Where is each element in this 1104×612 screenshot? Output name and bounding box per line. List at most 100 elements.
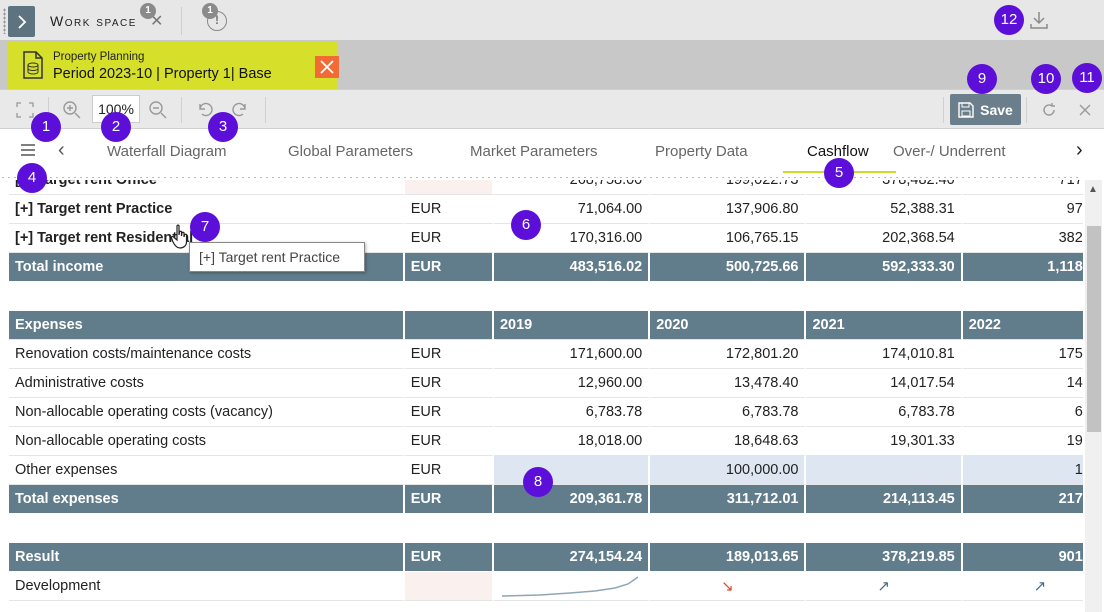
- menu-icon[interactable]: [20, 143, 36, 157]
- tab-waterfall-diagram[interactable]: Waterfall Diagram: [107, 143, 226, 160]
- fullscreen-icon[interactable]: [16, 102, 34, 118]
- callout-marker: 9: [967, 64, 997, 94]
- editable-cell[interactable]: [806, 456, 963, 485]
- unit-cell: EUR: [404, 427, 494, 456]
- row-label: Development: [9, 572, 405, 601]
- expand-sidebar-button[interactable]: [8, 6, 35, 37]
- value-cell[interactable]: 172,801.20: [650, 340, 807, 369]
- scrollbar-thumb[interactable]: [1087, 226, 1101, 432]
- value-cell[interactable]: 202,368.54: [806, 224, 963, 253]
- value-cell[interactable]: 13,478.40: [650, 369, 807, 398]
- tooltip: [+] Target rent Practice: [189, 242, 365, 272]
- value-cell[interactable]: 6,783.78: [493, 398, 651, 427]
- divider: [265, 97, 266, 123]
- table-row[interactable]: Non-allocable operating costs EUR 18,018…: [9, 427, 1083, 456]
- document-tab[interactable]: Property Planning Period 2023-10 | Prope…: [8, 41, 339, 89]
- value-cell: 1,118,886: [962, 253, 1083, 282]
- toolbar: 100% Save: [0, 89, 1104, 129]
- callout-marker: 4: [17, 163, 47, 193]
- workspace-label[interactable]: Work space: [50, 13, 137, 29]
- table-row[interactable]: Renovation costs/maintenance costs EUR 1…: [9, 340, 1083, 369]
- save-label: Save: [980, 101, 1013, 118]
- chevron-right-icon[interactable]: ›: [1076, 139, 1083, 162]
- value-cell[interactable]: 6,783: [962, 398, 1083, 427]
- drag-grip[interactable]: [3, 8, 6, 34]
- value-cell[interactable]: 175,228: [962, 340, 1083, 369]
- zoom-out-icon[interactable]: [148, 100, 168, 120]
- redo-icon[interactable]: [231, 100, 249, 118]
- editable-cell[interactable]: [493, 456, 651, 485]
- table-row[interactable]: [+] Target rent Practice EUR 71,064.00 1…: [9, 195, 1083, 224]
- table-row[interactable]: Administrative costs EUR 12,960.00 13,47…: [9, 369, 1083, 398]
- spacer-row: [9, 514, 1083, 543]
- unit-cell: [404, 180, 494, 195]
- year-header: 2022: [962, 311, 1083, 340]
- workspace-bar: Work space ✕ 1 ! 1: [0, 0, 1104, 41]
- value-cell[interactable]: 171,600.00: [493, 340, 651, 369]
- value-cell[interactable]: 19,301.33: [806, 427, 963, 456]
- close-icon: [320, 60, 334, 74]
- callout-marker: 5: [824, 158, 854, 188]
- tab-market-parameters[interactable]: Market Parameters: [470, 143, 598, 160]
- chevron-left-icon[interactable]: ‹: [58, 139, 65, 162]
- tab-over-underrent[interactable]: Over-/ Underrent: [893, 143, 1006, 160]
- refresh-icon[interactable]: [1041, 102, 1057, 118]
- table-row[interactable]: Non-allocable operating costs (vacancy) …: [9, 398, 1083, 427]
- year-header: 2021: [806, 311, 963, 340]
- value-cell[interactable]: 14,017.54: [806, 369, 963, 398]
- zoom-in-icon[interactable]: [62, 100, 82, 120]
- unit-cell: EUR: [404, 340, 494, 369]
- download-icon[interactable]: [1028, 10, 1050, 30]
- row-label[interactable]: [+] Target rent Office: [9, 180, 405, 195]
- trend-cell: ↘: [650, 572, 807, 601]
- empty-cell: [494, 282, 651, 311]
- value-cell[interactable]: 717,516: [962, 180, 1083, 195]
- table-row[interactable]: [+] Target rent Office 268,758.00 199,02…: [9, 180, 1083, 195]
- close-icon[interactable]: [1078, 103, 1092, 117]
- year-header: 2020: [650, 311, 807, 340]
- scroll-up-icon[interactable]: ▲: [1088, 184, 1098, 195]
- value-cell: 901,318: [962, 543, 1083, 572]
- hand-cursor-icon: [170, 224, 188, 249]
- tab-property-data[interactable]: Property Data: [655, 143, 748, 160]
- value-cell[interactable]: 6,783.78: [806, 398, 963, 427]
- document-title: Period 2023-10 | Property 1| Base: [53, 66, 272, 82]
- value-cell[interactable]: 18,018.00: [493, 427, 651, 456]
- value-cell[interactable]: 137,906.80: [650, 195, 807, 224]
- value-cell: 189,013.65: [650, 543, 807, 572]
- value-cell[interactable]: 174,010.81: [806, 340, 963, 369]
- empty-cell: [9, 514, 405, 543]
- value-cell: 274,154.24: [493, 543, 651, 572]
- development-row: Development ↘ ↗ ↗: [9, 572, 1083, 601]
- value-cell[interactable]: 18,648.63: [650, 427, 807, 456]
- undo-icon[interactable]: [196, 100, 214, 118]
- unit-cell: EUR: [404, 543, 494, 572]
- value-cell[interactable]: 6,783.78: [650, 398, 807, 427]
- editable-cell[interactable]: 1,000: [962, 456, 1083, 485]
- save-button[interactable]: Save: [950, 94, 1021, 125]
- empty-cell: [404, 311, 494, 340]
- value-cell[interactable]: 14,578: [962, 369, 1083, 398]
- editable-cell[interactable]: 100,000.00: [650, 456, 807, 485]
- divider: [181, 7, 182, 35]
- value-cell[interactable]: 268,758.00: [493, 180, 651, 195]
- value-cell[interactable]: 97,490: [962, 195, 1083, 224]
- value-cell[interactable]: 106,765.15: [650, 224, 807, 253]
- value-cell[interactable]: 52,388.31: [806, 195, 963, 224]
- close-document-button[interactable]: [315, 56, 339, 78]
- value-cell[interactable]: 382,209: [962, 224, 1083, 253]
- tab-global-parameters[interactable]: Global Parameters: [288, 143, 413, 160]
- value-cell: 217,567: [962, 485, 1083, 514]
- result-row: Result EUR 274,154.24 189,013.65 378,219…: [9, 543, 1083, 572]
- empty-cell: [405, 282, 494, 311]
- empty-cell: [806, 282, 963, 311]
- callout-marker: 7: [190, 212, 220, 242]
- expenses-header-row: Expenses 2019 2020 2021 2022: [9, 311, 1083, 340]
- app-root: Work space ✕ 1 ! 1 Property Planning Per…: [0, 0, 1104, 612]
- value-cell[interactable]: 199,022.73: [650, 180, 807, 195]
- empty-cell: [494, 514, 651, 543]
- value-cell[interactable]: 19,976: [962, 427, 1083, 456]
- value-cell: 483,516.02: [493, 253, 651, 282]
- row-label: Administrative costs: [9, 369, 405, 398]
- value-cell[interactable]: 12,960.00: [493, 369, 651, 398]
